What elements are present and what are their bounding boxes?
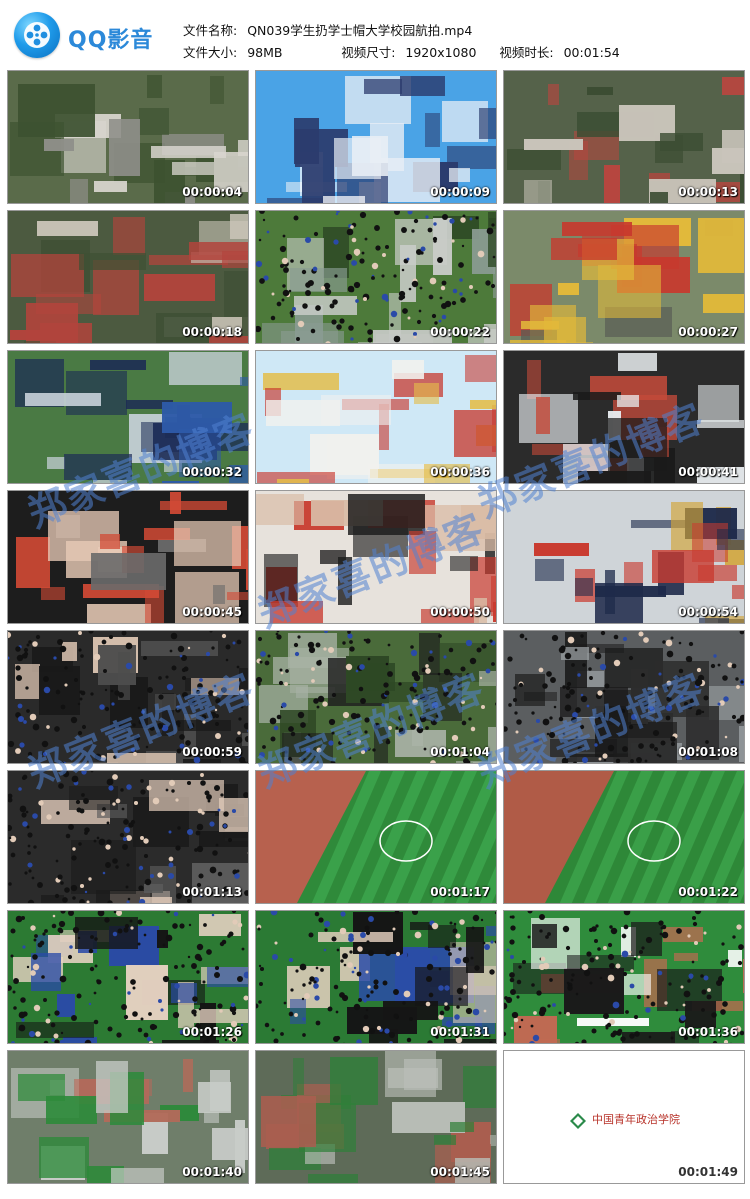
timestamp-label: 00:01:22 [678,885,738,899]
file-size-value: 98MB [247,45,283,60]
file-size-label: 文件大小: [183,45,238,60]
timestamp-label: 00:00:09 [430,185,490,199]
video-thumbnail[interactable]: 00:01:26 [7,910,249,1044]
video-thumbnail[interactable]: 00:00:09 [255,70,497,204]
video-thumbnail[interactable]: 00:01:45 [255,1050,497,1184]
qq-player-logo: QQ影音 [14,12,164,60]
video-thumbnail[interactable]: 00:00:13 [503,70,745,204]
timestamp-label: 00:00:45 [182,605,242,619]
timestamp-label: 00:00:36 [430,465,490,479]
video-thumbnail[interactable]: 中国青年政治学院 00:01:49 [503,1050,745,1184]
timestamp-label: 00:00:04 [182,185,242,199]
video-thumbnail[interactable]: 00:01:31 [255,910,497,1044]
timestamp-label: 00:01:08 [678,745,738,759]
timestamp-label: 00:01:36 [678,1025,738,1039]
video-duration-label: 视频时长: [499,45,554,60]
timestamp-label: 00:00:13 [678,185,738,199]
school-logo: 中国青年政治学院 [568,1109,688,1133]
app-name: QQ影音 [68,28,154,53]
video-thumbnail[interactable]: 00:01:22 [503,770,745,904]
video-thumbnail[interactable]: 00:01:13 [7,770,249,904]
video-thumbnail[interactable]: 00:00:04 [7,70,249,204]
video-duration-value: 00:01:54 [563,45,620,60]
video-thumbnail[interactable]: 00:01:40 [7,1050,249,1184]
video-thumbnail[interactable]: 00:01:04 [255,630,497,764]
timestamp-label: 00:01:04 [430,745,490,759]
video-thumbnail[interactable]: 00:00:36 [255,350,497,484]
timestamp-label: 00:01:26 [182,1025,242,1039]
video-thumbnail[interactable]: 00:00:45 [7,490,249,624]
video-thumbnail[interactable]: 00:00:54 [503,490,745,624]
video-thumbnail[interactable]: 00:00:27 [503,210,745,344]
video-thumbnail[interactable]: 00:00:41 [503,350,745,484]
video-thumbnail[interactable]: 00:00:22 [255,210,497,344]
timestamp-label: 00:00:27 [678,325,738,339]
file-name-label: 文件名称: [183,23,238,38]
timestamp-label: 00:00:54 [678,605,738,619]
video-thumbnail[interactable]: 00:01:08 [503,630,745,764]
timestamp-label: 00:01:49 [678,1165,738,1179]
video-thumbnail[interactable]: 00:01:36 [503,910,745,1044]
school-emblem-icon [570,1113,586,1129]
video-dims-label: 视频尺寸: [341,45,396,60]
video-thumbnail[interactable]: 00:00:18 [7,210,249,344]
video-thumbnail[interactable]: 00:00:59 [7,630,249,764]
video-dims-value: 1920x1080 [405,45,477,60]
timestamp-label: 00:00:32 [182,465,242,479]
school-name: 中国青年政治学院 [592,1113,680,1126]
timestamp-label: 00:01:17 [430,885,490,899]
timestamp-label: 00:01:13 [182,885,242,899]
file-name-value: QN039学生扔学士帽大学校园航拍.mp4 [247,23,473,38]
film-reel-icon [14,12,60,58]
video-thumbnail[interactable]: 00:00:50 [255,490,497,624]
timestamp-label: 00:01:40 [182,1165,242,1179]
timestamp-label: 00:00:59 [182,745,242,759]
timestamp-label: 00:00:50 [430,605,490,619]
video-thumbnail[interactable]: 00:00:32 [7,350,249,484]
file-meta-row: 文件大小: 98MB 视频尺寸: 1920x1080 视频时长: 00:01:5… [183,42,620,61]
file-name-row: 文件名称: QN039学生扔学士帽大学校园航拍.mp4 [183,20,472,39]
video-thumbnail[interactable]: 00:01:17 [255,770,497,904]
header: QQ影音 文件名称: QN039学生扔学士帽大学校园航拍.mp4 文件大小: 9… [0,0,750,66]
timestamp-label: 00:00:41 [678,465,738,479]
timestamp-label: 00:01:45 [430,1165,490,1179]
timestamp-label: 00:00:18 [182,325,242,339]
timestamp-label: 00:00:22 [430,325,490,339]
timestamp-label: 00:01:31 [430,1025,490,1039]
